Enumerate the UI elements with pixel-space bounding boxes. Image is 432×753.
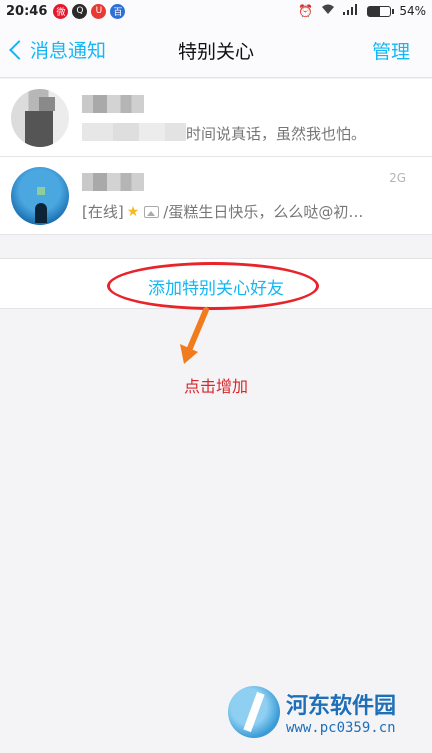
wifi-icon (321, 4, 335, 18)
contact-row[interactable]: 时间说真话，虽然我也怕。 (0, 79, 432, 157)
status-bar: 20:46 微 Q U 百 ⏰ 54% (0, 0, 432, 22)
baidu-icon: 百 (110, 3, 126, 19)
online-status: [在线] (82, 203, 124, 221)
qq-icon: Q (72, 3, 88, 19)
battery-fill (368, 6, 381, 16)
battery-percent: 54% (399, 4, 426, 18)
avatar (11, 167, 69, 225)
page-title: 特别关心 (177, 41, 254, 63)
avatar-pixel (37, 187, 45, 195)
image-icon (144, 205, 160, 218)
signal-icon (343, 4, 359, 18)
annotation-arrow-icon (180, 307, 209, 364)
watermark: 河东软件园 www.pc0359.cn (228, 682, 428, 742)
annotation-ellipse (107, 262, 319, 310)
watermark-url: www.pc0359.cn (286, 720, 396, 736)
browser-icon: U (91, 3, 107, 19)
nav-bar: 消息通知 特别关心 管理 (0, 22, 432, 78)
avatar-pixel (39, 97, 55, 111)
message-blurred (82, 123, 186, 141)
message-text: /蛋糕生日快乐，么么哒@初… (163, 203, 364, 221)
contact-list: 时间说真话，虽然我也怕。 2G [在线] ★ /蛋糕生日快乐，么么哒@初… (0, 79, 432, 235)
alarm-icon: ⏰ (298, 4, 314, 18)
contact-name-blurred (82, 95, 144, 113)
weibo-icon: 微 (53, 3, 69, 19)
last-message: [在线] ★ /蛋糕生日快乐，么么哒@初… (82, 201, 363, 222)
contact-row[interactable]: 2G [在线] ★ /蛋糕生日快乐，么么哒@初… (0, 157, 432, 235)
contact-name-blurred (82, 173, 144, 191)
watermark-text: 河东软件园 www.pc0359.cn (286, 688, 396, 736)
battery-icon (367, 5, 395, 17)
avatar-pixel (35, 203, 47, 223)
avatar-pixel (25, 111, 53, 147)
status-time: 20:46 (6, 3, 48, 19)
watermark-title: 河东软件园 (286, 693, 397, 719)
star-icon: ★ (126, 203, 140, 220)
network-badge: 2G (389, 171, 406, 185)
watermark-logo-icon (228, 686, 280, 738)
avatar (11, 89, 69, 147)
last-message: 时间说真话，虽然我也怕。 (186, 125, 367, 143)
annotation-text: 点击增加 (184, 377, 249, 396)
manage-button[interactable]: 管理 (372, 37, 410, 64)
